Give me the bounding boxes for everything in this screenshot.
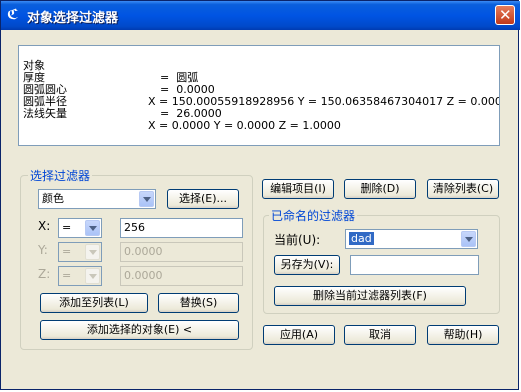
list-item: 圆弧半径 = 26.0000 xyxy=(23,84,222,120)
title-bar[interactable]: ℭ 对象选择过滤器 ✕ xyxy=(1,1,520,30)
current-filter-combo[interactable]: dad xyxy=(345,229,478,249)
list-item: 对象 = 圆弧 xyxy=(23,48,198,84)
z-label: Z: xyxy=(38,267,51,281)
object-info-list[interactable]: 对象 = 圆弧 厚度 = 0.0000 圆弧圆心 X = 150.0005591… xyxy=(18,45,500,146)
y-operator-value: = xyxy=(62,245,72,258)
add-selected-objects-button[interactable]: 添加选择的对象(E) < xyxy=(40,320,239,340)
edit-item-button[interactable]: 编辑项目(I) xyxy=(262,179,334,199)
x-label: X: xyxy=(38,219,51,233)
z-operator-combo: = xyxy=(58,266,102,286)
apply-button[interactable]: 应用(A) xyxy=(263,325,335,345)
filter-type-value: 颜色 xyxy=(42,192,64,205)
chevron-down-icon[interactable] xyxy=(461,231,476,247)
add-to-list-button[interactable]: 添加至列表(L) xyxy=(40,293,148,313)
info-value: X = 0.0000 Y = 0.0000 Z = 1.0000 xyxy=(148,119,341,132)
save-as-input[interactable] xyxy=(350,255,479,275)
close-icon: ✕ xyxy=(499,6,512,24)
info-key: 法线矢量 xyxy=(23,107,67,120)
app-icon: ℭ xyxy=(7,7,19,23)
close-button[interactable]: ✕ xyxy=(495,5,515,25)
help-button[interactable]: 帮助(H) xyxy=(427,325,499,345)
chevron-down-icon[interactable] xyxy=(139,191,154,207)
select-button[interactable]: 选择(E)... xyxy=(167,189,239,209)
current-filter-value: dad xyxy=(349,232,374,245)
y-label: Y: xyxy=(38,243,48,257)
clear-list-button[interactable]: 清除列表(C) xyxy=(427,179,499,199)
replace-button[interactable]: 替换(S) xyxy=(158,293,239,313)
filter-group-legend: 选择过滤器 xyxy=(28,167,93,184)
list-item: 厚度 = 0.0000 xyxy=(23,60,215,96)
z-operator-value: = xyxy=(62,269,72,282)
z-value-input: 0.0000 xyxy=(120,266,243,286)
named-filters-legend: 已命名的过滤器 xyxy=(269,207,358,224)
list-item: 法线矢量 X = 0.0000 Y = 0.0000 Z = 1.0000 xyxy=(23,96,341,132)
chevron-down-icon xyxy=(85,244,100,260)
dialog-window: ℭ 对象选择过滤器 ✕ 对象 = 圆弧 厚度 = 0.0000 圆弧圆心 X =… xyxy=(0,0,520,390)
x-operator-combo[interactable]: = xyxy=(58,218,102,238)
window-title: 对象选择过滤器 xyxy=(27,11,119,26)
filter-type-combo[interactable]: 颜色 xyxy=(38,189,156,209)
save-as-button[interactable]: 另存为(V): xyxy=(274,255,340,275)
cancel-button[interactable]: 取消 xyxy=(344,325,416,345)
current-label: 当前(U): xyxy=(274,233,321,247)
y-value-input: 0.0000 xyxy=(120,242,243,262)
y-operator-combo: = xyxy=(58,242,102,262)
x-operator-value: = xyxy=(62,221,72,234)
x-value-input[interactable]: 256 xyxy=(120,218,243,238)
delete-current-filter-list-button[interactable]: 删除当前过滤器列表(F) xyxy=(274,286,466,306)
list-item: 圆弧圆心 X = 150.00055918928956 Y = 150.0635… xyxy=(23,72,499,108)
chevron-down-icon xyxy=(85,268,100,284)
chevron-down-icon[interactable] xyxy=(85,220,100,236)
delete-button[interactable]: 删除(D) xyxy=(344,179,416,199)
